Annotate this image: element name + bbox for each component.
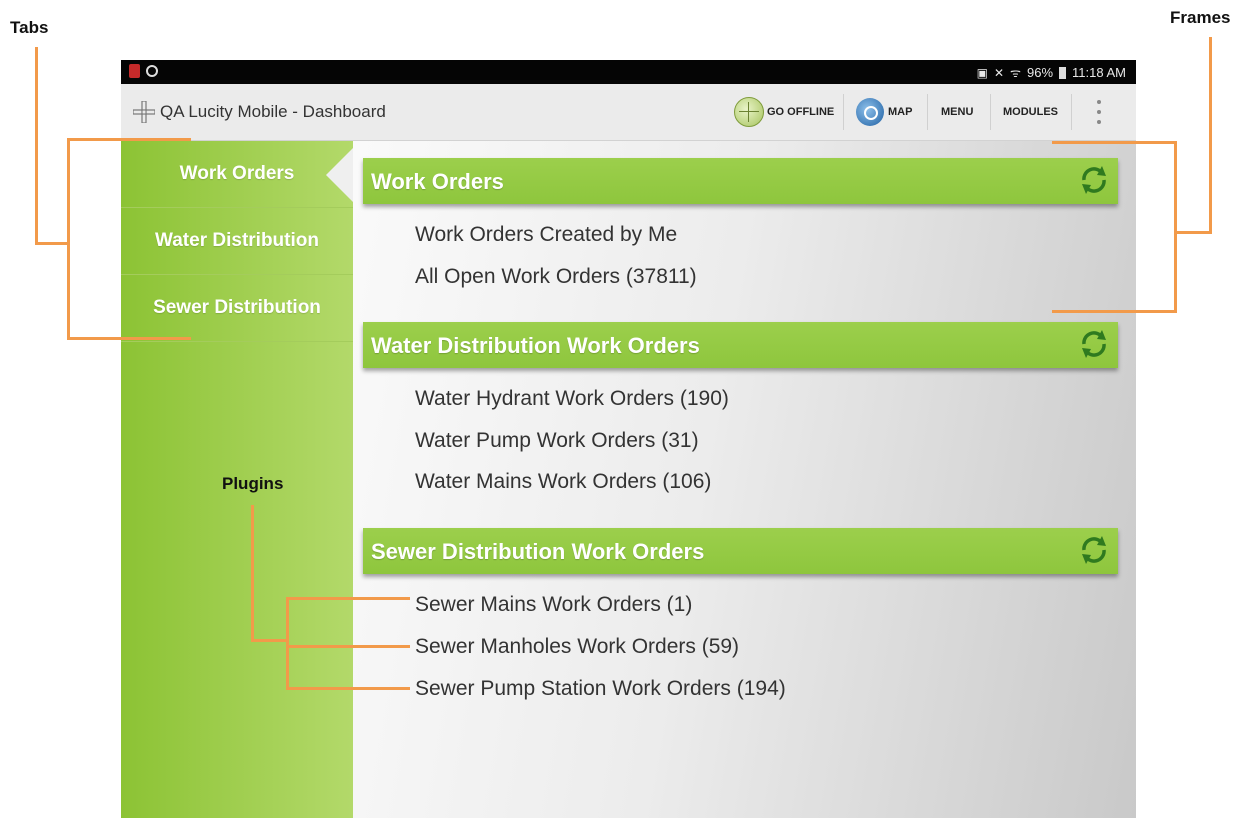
frames-callout-line: [1176, 231, 1212, 234]
plugin-water-pump-work-orders[interactable]: Water Pump Work Orders (31): [415, 429, 699, 453]
notification-icon: [129, 64, 140, 78]
menu-label: MENU: [941, 106, 974, 118]
plugins-bracket: [286, 597, 410, 600]
frames-bracket: [1174, 141, 1177, 313]
action-divider: [927, 94, 928, 130]
status-bar: ▣ ✕ ᯤ 96% 11:18 AM: [121, 60, 1136, 84]
wifi-icon: ᯤ: [1010, 66, 1021, 80]
plugins-annotation-label: Plugins: [222, 474, 284, 493]
refresh-icon[interactable]: [1076, 326, 1112, 362]
app-title: QA Lucity Mobile - Dashboard: [160, 102, 386, 121]
mute-icon: ✕: [993, 65, 1005, 80]
refresh-icon[interactable]: [1076, 532, 1112, 568]
battery-icon: [1059, 66, 1067, 79]
battery-percent: 96%: [1027, 65, 1054, 80]
go-offline-button[interactable]: GO OFFLINE: [734, 84, 834, 140]
plugin-sewer-mains-work-orders[interactable]: Sewer Mains Work Orders (1): [415, 593, 692, 617]
plugin-water-hydrant-work-orders[interactable]: Water Hydrant Work Orders (190): [415, 387, 729, 411]
action-divider: [1071, 94, 1072, 130]
overflow-menu-icon[interactable]: [1096, 100, 1102, 124]
tab-work-orders[interactable]: Work Orders: [121, 141, 354, 208]
modules-label: MODULES: [1003, 106, 1058, 118]
frame-title: Water Distribution Work Orders: [371, 333, 700, 358]
plugin-work-orders-created-by-me[interactable]: Work Orders Created by Me: [415, 223, 677, 247]
frames-bracket: [1052, 310, 1177, 313]
plugin-all-open-work-orders[interactable]: All Open Work Orders (37811): [415, 265, 697, 289]
plugins-bracket: [286, 687, 410, 690]
plugin-sewer-manholes-work-orders[interactable]: Sewer Manholes Work Orders (59): [415, 635, 739, 659]
device-screen: ▣ ✕ ᯤ 96% 11:18 AM QA Lucity Mobile - Da…: [121, 60, 1136, 818]
tabs-bracket: [67, 138, 191, 141]
frame-title: Work Orders: [371, 169, 504, 194]
refresh-icon[interactable]: [1076, 162, 1112, 198]
tabs-bracket: [67, 337, 191, 340]
plugins-callout-line: [251, 639, 289, 642]
tab-water-distribution[interactable]: Water Distribution: [121, 208, 353, 275]
action-divider: [843, 94, 844, 130]
tabs-callout-line: [35, 47, 38, 245]
map-label: MAP: [888, 106, 913, 118]
menu-button[interactable]: MENU: [941, 84, 973, 140]
frame-header-sewer-distribution: Sewer Distribution Work Orders: [363, 528, 1118, 574]
action-divider: [990, 94, 991, 130]
cast-icon: ▣: [976, 65, 988, 80]
tab-label: Water Distribution: [155, 230, 319, 251]
plugins-callout-line: [251, 505, 254, 642]
frame-header-water-distribution: Water Distribution Work Orders: [363, 322, 1118, 368]
action-bar: QA Lucity Mobile - Dashboard GO OFFLINE …: [121, 84, 1136, 141]
tab-label: Work Orders: [179, 163, 295, 184]
go-offline-label: GO OFFLINE: [767, 106, 835, 118]
plugins-bracket: [286, 645, 410, 648]
frames-annotation-label: Frames: [1170, 8, 1231, 27]
sync-status-icon: [146, 65, 158, 77]
map-globe-icon: [856, 98, 884, 126]
frames-bracket: [1052, 141, 1177, 144]
tabs-annotation-label: Tabs: [10, 18, 49, 37]
building-background-image: [1133, 531, 1136, 818]
app-logo-icon: [133, 101, 155, 123]
tab-sewer-distribution[interactable]: Sewer Distribution: [121, 275, 353, 342]
modules-button[interactable]: MODULES: [1003, 84, 1058, 140]
map-button[interactable]: MAP: [856, 84, 912, 140]
plugin-sewer-pump-station-work-orders[interactable]: Sewer Pump Station Work Orders (194): [415, 677, 786, 701]
dashboard-content: Work Orders Work Orders Created by Me Al…: [353, 141, 1136, 818]
clock: 11:18 AM: [1072, 65, 1126, 80]
frame-header-work-orders: Work Orders: [363, 158, 1118, 204]
globe-offline-icon: [734, 97, 764, 127]
frame-title: Sewer Distribution Work Orders: [371, 539, 705, 564]
tabs-bracket: [67, 138, 70, 340]
plugins-bracket: [286, 597, 289, 690]
frames-callout-line: [1209, 37, 1212, 234]
tabs-callout-line: [35, 242, 69, 245]
plugin-water-mains-work-orders[interactable]: Water Mains Work Orders (106): [415, 470, 711, 494]
tab-label: Sewer Distribution: [153, 297, 321, 318]
